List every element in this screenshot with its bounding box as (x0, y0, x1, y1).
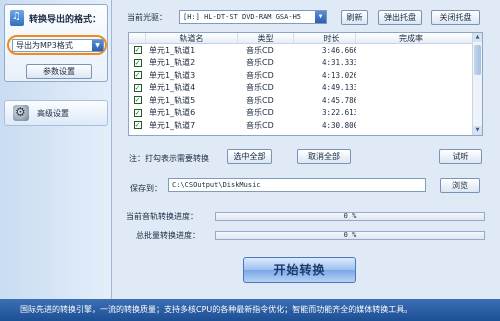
header-duration[interactable]: 时长 (294, 33, 356, 43)
track-type: 音乐CD (246, 95, 274, 105)
format-select[interactable]: 导出为MP3格式 ▼ (12, 39, 104, 52)
table-header: 轨道名 类型 时长 完成率 (129, 33, 482, 44)
drive-select-value: [H:] HL-DT-ST DVD-RAM GSA-H5 (183, 13, 302, 21)
table-scrollbar[interactable]: ▲ ▼ (472, 33, 482, 135)
advanced-settings-button[interactable]: 高级设置 (4, 100, 108, 126)
param-settings-button[interactable]: 参数设置 (26, 64, 92, 79)
header-track-name[interactable]: 轨道名 (146, 33, 238, 43)
row-checkbox-cell[interactable]: ✓ (129, 121, 146, 130)
checkbox-note: 注：打勾表示需要转换 (129, 154, 209, 163)
row-checkbox[interactable]: ✓ (133, 58, 142, 67)
track-name: 单元1_轨道6 (149, 108, 196, 118)
row-checkbox[interactable]: ✓ (133, 108, 142, 117)
browse-button[interactable]: 浏览 (440, 178, 480, 193)
table-row[interactable]: ✓ 单元1_轨道3 音乐CD 4:13.026 (129, 69, 482, 82)
track-type: 音乐CD (246, 45, 274, 55)
row-checkbox-cell[interactable]: ✓ (129, 108, 146, 117)
track-duration: 4:49.133 (322, 83, 356, 93)
format-select-value: 导出为MP3格式 (16, 41, 73, 50)
row-checkbox[interactable]: ✓ (133, 121, 142, 130)
footer-bar: 国际先进的转换引擎，一流的转换质量；支持多核CPU的各种最新指令优化；智能而功能… (0, 299, 500, 321)
drive-select[interactable]: [H:] HL-DT-ST DVD-RAM GSA-H5 ▼ (179, 10, 327, 24)
row-checkbox-cell[interactable]: ✓ (129, 46, 146, 55)
format-header: 转换导出的格式： (5, 5, 107, 31)
save-to-label: 保存到： (130, 184, 162, 193)
row-checkbox-cell[interactable]: ✓ (129, 71, 146, 80)
track-type: 音乐CD (246, 83, 274, 93)
left-panel: 转换导出的格式： 导出为MP3格式 ▼ 参数设置 高级设置 (0, 0, 112, 299)
header-type[interactable]: 类型 (238, 33, 294, 43)
row-checkbox[interactable]: ✓ (133, 71, 142, 80)
track-type: 音乐CD (246, 58, 274, 68)
save-path-input[interactable]: C:\CSOutput\DiskMusic (168, 178, 426, 192)
table-row[interactable]: ✓ 单元1_轨道4 音乐CD 4:49.133 (129, 82, 482, 95)
track-type: 音乐CD (246, 108, 274, 118)
format-title: 转换导出的格式： (29, 14, 102, 25)
total-progress-label: 总批量转换进度： (136, 231, 200, 240)
deselect-all-button[interactable]: 取消全部 (297, 149, 351, 164)
start-convert-button[interactable]: 开始转换 (243, 257, 356, 283)
total-progress-bar: 0 % (215, 231, 485, 240)
track-name: 单元1_轨道3 (149, 70, 196, 80)
settings-icon (13, 105, 29, 121)
scroll-down-icon[interactable]: ▼ (473, 126, 482, 135)
scroll-up-icon[interactable]: ▲ (473, 33, 482, 42)
track-name: 单元1_轨道2 (149, 58, 196, 68)
current-drive-label: 当前光驱： (127, 13, 167, 22)
format-group: 转换导出的格式： 导出为MP3格式 ▼ 参数设置 (4, 4, 108, 82)
row-checkbox[interactable]: ✓ (133, 46, 142, 55)
current-progress-label: 当前音轨转换进度： (126, 212, 198, 221)
table-row[interactable]: ✓ 单元1_轨道2 音乐CD 4:31.333 (129, 57, 482, 70)
table-row[interactable]: ✓ 单元1_轨道5 音乐CD 4:45.786 (129, 94, 482, 107)
table-row[interactable]: ✓ 单元1_轨道6 音乐CD 3:22.613 (129, 107, 482, 120)
music-file-icon (10, 10, 24, 26)
track-table: 轨道名 类型 时长 完成率 ✓ 单元1_轨道1 音乐CD 3:46.666 ✓ 单元1_轨… (128, 32, 483, 136)
track-duration: 3:46.666 (322, 45, 356, 55)
advanced-settings-label: 高级设置 (37, 108, 69, 118)
row-checkbox-cell[interactable]: ✓ (129, 96, 146, 105)
table-row[interactable]: ✓ 单元1_轨道1 音乐CD 3:46.666 (129, 44, 482, 57)
row-checkbox-cell[interactable]: ✓ (129, 83, 146, 92)
refresh-button[interactable]: 刷新 (341, 10, 368, 25)
close-tray-button[interactable]: 关闭托盘 (431, 10, 480, 25)
row-checkbox[interactable]: ✓ (133, 83, 142, 92)
header-checkbox-col (129, 33, 146, 43)
select-all-button[interactable]: 选中全部 (227, 149, 272, 164)
chevron-down-icon[interactable]: ▼ (315, 11, 326, 23)
track-list: ✓ 单元1_轨道1 音乐CD 3:46.666 ✓ 单元1_轨道2 音乐CD 4:31.333… (129, 44, 482, 132)
track-duration: 4:13.026 (322, 70, 356, 80)
scroll-thumb[interactable] (474, 45, 481, 75)
track-name: 单元1_轨道1 (149, 45, 196, 55)
table-row[interactable]: ✓ 单元1_轨道7 音乐CD 4:30.800 (129, 119, 482, 132)
track-name: 单元1_轨道7 (149, 120, 196, 130)
current-progress-bar: 0 % (215, 212, 485, 221)
track-name: 单元1_轨道4 (149, 83, 196, 93)
track-type: 音乐CD (246, 120, 274, 130)
header-completion[interactable]: 完成率 (356, 33, 466, 43)
track-duration: 4:30.800 (322, 120, 356, 130)
preview-button[interactable]: 试听 (439, 149, 482, 164)
eject-tray-button[interactable]: 弹出托盘 (378, 10, 422, 25)
track-duration: 3:22.613 (322, 108, 356, 118)
track-duration: 4:31.333 (322, 58, 356, 68)
total-progress-value: 0 % (343, 231, 357, 239)
track-name: 单元1_轨道5 (149, 95, 196, 105)
row-checkbox[interactable]: ✓ (133, 96, 142, 105)
chevron-down-icon[interactable]: ▼ (92, 40, 103, 51)
current-progress-value: 0 % (343, 212, 357, 220)
track-duration: 4:45.786 (322, 95, 356, 105)
row-checkbox-cell[interactable]: ✓ (129, 58, 146, 67)
track-type: 音乐CD (246, 70, 274, 80)
